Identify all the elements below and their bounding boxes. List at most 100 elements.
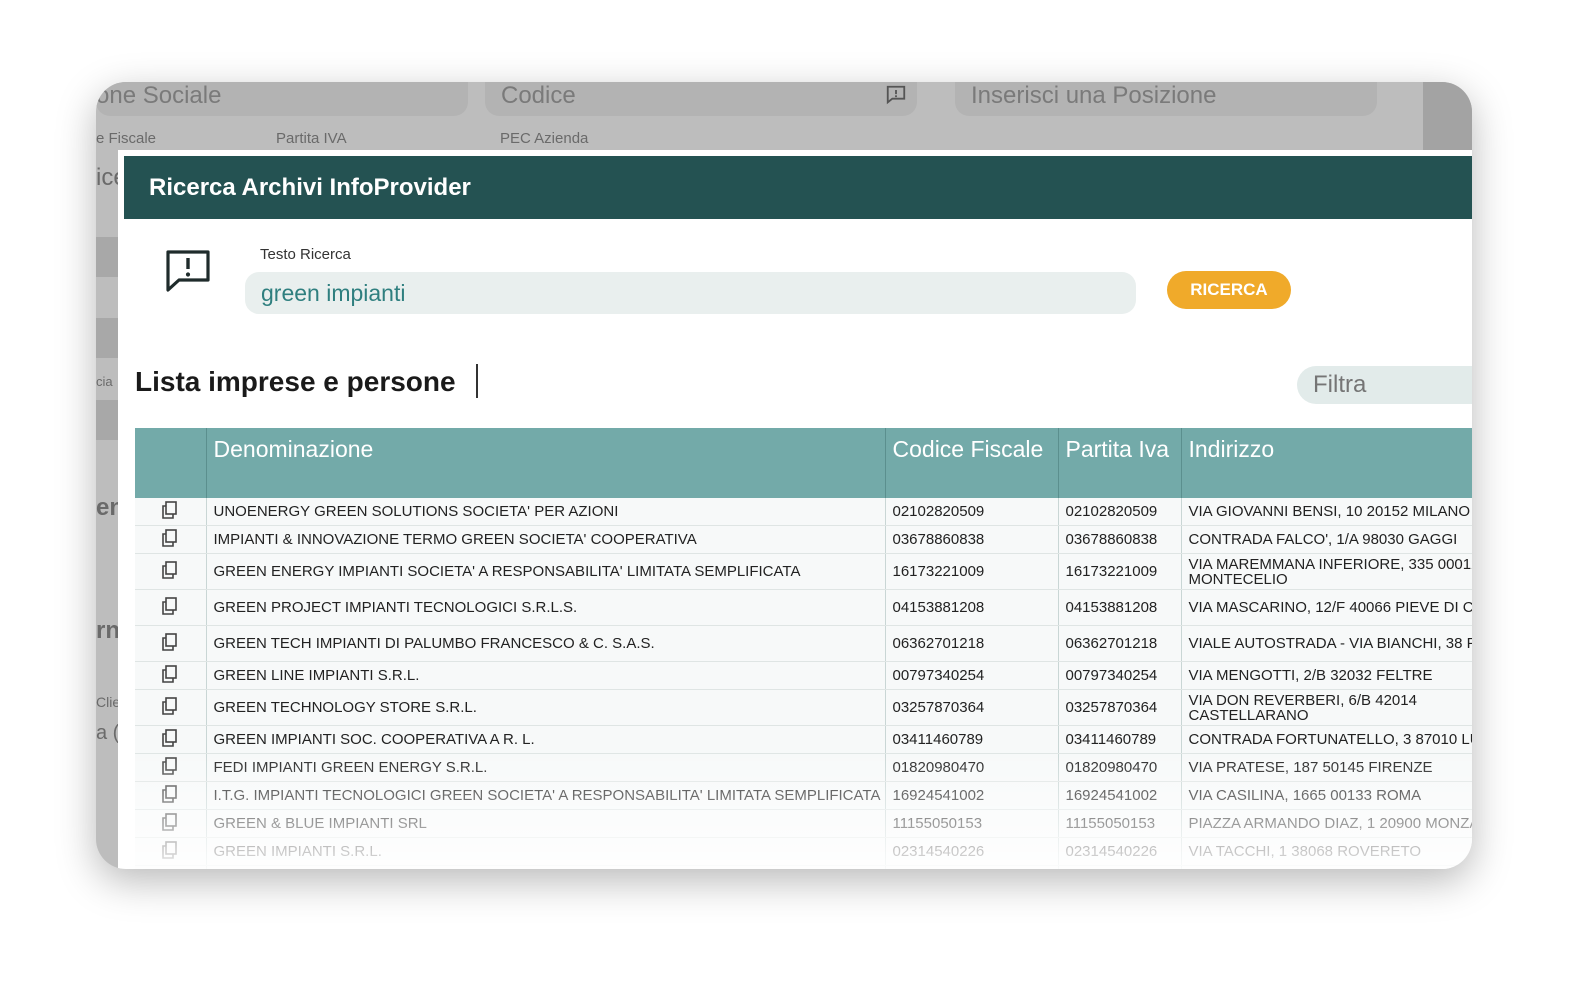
cell-partita-iva: 06362701218 (1058, 625, 1182, 662)
cell-denominazione: GREEN IMPIANTI SOC. COOPERATIVA A R. L. (206, 725, 886, 754)
copy-cell (135, 689, 207, 726)
table-row[interactable]: GREEN TECH IMPIANTI DI PALUMBO FRANCESCO… (135, 625, 1472, 662)
report-icon[interactable] (165, 249, 211, 293)
cell-partita-iva: 04153881208 (1058, 589, 1182, 626)
copy-icon[interactable] (160, 728, 180, 752)
cell-denominazione: GREEN IMPIANTI S.R.L. (206, 837, 886, 866)
copy-cell (135, 498, 207, 526)
cell-indirizzo: VIALE AUTOSTRADA - VIA BIANCHI, 38 PORTI… (1181, 625, 1472, 662)
cell-codice-fiscale: 03678860838 (885, 525, 1059, 554)
table-row[interactable]: FEDI IMPIANTI GREEN ENERGY S.R.L. 0182098… (135, 753, 1472, 782)
cell-partita-iva: 16173221009 (1058, 553, 1182, 590)
filter-input[interactable] (1297, 366, 1472, 404)
table-row[interactable]: UNOENERGY GREEN SOLUTIONS SOCIETA' PER A… (135, 498, 1472, 526)
bg-side-fragment: cia (96, 374, 113, 389)
cell-partita-iva: 01332750296 (1058, 865, 1182, 869)
bg-side-fragment: rn (96, 617, 118, 644)
col-header-actions (135, 428, 207, 498)
cell-denominazione: UNOENERGY GREEN SOLUTIONS SOCIETA' PER A… (206, 498, 886, 526)
table-row[interactable]: I.T.G. IMPIANTI TECNOLOGICI GREEN SOCIET… (135, 781, 1472, 810)
cell-denominazione: GREEN PROJECT IMPIANTI TECNOLOGICI S.R.L… (206, 589, 886, 626)
copy-cell (135, 589, 207, 626)
copy-icon[interactable] (160, 560, 180, 584)
cell-denominazione: GREEN TECHNOLOGY STORE S.R.L. (206, 689, 886, 726)
cell-partita-iva: 03411460789 (1058, 725, 1182, 754)
col-header-denominazione[interactable]: Denominazione (206, 428, 886, 498)
copy-icon[interactable] (160, 756, 180, 780)
bg-codice-input: Codice (485, 82, 917, 116)
col-header-partita-iva[interactable]: Partita Iva (1058, 428, 1182, 498)
search-label: Testo Ricerca (260, 246, 351, 263)
copy-icon[interactable] (160, 784, 180, 808)
table-row[interactable]: GREEN ENERGY IMPIANTI SOCIETA' A RESPONS… (135, 553, 1472, 590)
copy-icon[interactable] (160, 632, 180, 656)
search-button[interactable]: RICERCA (1167, 271, 1291, 309)
cell-codice-fiscale: 00797340254 (885, 661, 1059, 690)
bg-side-block (96, 318, 118, 358)
bg-side-block (96, 400, 118, 440)
table-row[interactable]: IMPIANTI & INNOVAZIONE TERMO GREEN SOCIE… (135, 525, 1472, 554)
copy-icon[interactable] (160, 696, 180, 720)
cell-codice-fiscale: 02102820509 (885, 498, 1059, 526)
copy-icon[interactable] (160, 596, 180, 620)
cell-denominazione: ENERGY GREEN IMPIANTI TECNOLOGICI S.N.C.… (206, 865, 886, 869)
cell-codice-fiscale: 02314540226 (885, 837, 1059, 866)
copy-icon[interactable] (160, 664, 180, 688)
cell-codice-fiscale: 04153881208 (885, 589, 1059, 626)
col-header-codice-fiscale[interactable]: Codice Fiscale (885, 428, 1059, 498)
copy-cell (135, 753, 207, 782)
table-row[interactable]: GREEN TECHNOLOGY STORE S.R.L. 03257870364… (135, 689, 1472, 726)
cell-denominazione: IMPIANTI & INNOVAZIONE TERMO GREEN SOCIE… (206, 525, 886, 554)
copy-cell (135, 837, 207, 866)
cell-indirizzo: VIA MAREMMANA INFERIORE, 335 00012 MONTE… (1181, 553, 1472, 590)
cell-codice-fiscale: 16924541002 (885, 781, 1059, 810)
cell-codice-fiscale: 03257870364 (885, 689, 1059, 726)
bg-side-block (96, 237, 118, 277)
cell-partita-iva: 16924541002 (1058, 781, 1182, 810)
copy-icon[interactable] (160, 812, 180, 836)
cell-indirizzo: VIA MASCARINO, 12/F 40066 PIEVE DI CENTO (1181, 589, 1472, 626)
search-input[interactable] (245, 272, 1136, 314)
table-row[interactable]: GREEN PROJECT IMPIANTI TECNOLOGICI S.R.L… (135, 589, 1472, 626)
results-table: Denominazione Codice Fiscale Partita Iva… (135, 428, 1472, 869)
bg-side-fragment: ice (96, 164, 118, 191)
bg-input-text: one Sociale (96, 82, 222, 109)
table-row[interactable]: GREEN LINE IMPIANTI S.R.L. 00797340254 007… (135, 661, 1472, 690)
copy-icon[interactable] (160, 840, 180, 864)
cell-denominazione: GREEN LINE IMPIANTI S.R.L. (206, 661, 886, 690)
cell-partita-iva: 01820980470 (1058, 753, 1182, 782)
table-row[interactable]: GREEN IMPIANTI SOC. COOPERATIVA A R. L. 0… (135, 725, 1472, 754)
copy-icon[interactable] (160, 500, 180, 524)
bg-input-text: Inserisci una Posizione (971, 82, 1217, 109)
copy-cell (135, 525, 207, 554)
copy-icon[interactable] (160, 528, 180, 552)
cell-denominazione: GREEN & BLUE IMPIANTI SRL (206, 809, 886, 838)
bg-side-fragment: Clie (96, 694, 118, 710)
table-row[interactable]: GREEN IMPIANTI S.R.L. 02314540226 02314540… (135, 837, 1472, 866)
copy-cell (135, 865, 207, 869)
cell-denominazione: FEDI IMPIANTI GREEN ENERGY S.R.L. (206, 753, 886, 782)
bg-label-pec: PEC Azienda (500, 130, 589, 147)
bg-posizione-input: Inserisci una Posizione (955, 82, 1377, 116)
cell-denominazione: GREEN TECH IMPIANTI DI PALUMBO FRANCESCO… (206, 625, 886, 662)
copy-cell (135, 725, 207, 754)
cell-codice-fiscale: 16173221009 (885, 553, 1059, 590)
cell-partita-iva: 03678860838 (1058, 525, 1182, 554)
cell-indirizzo: VIA PRATESE, 187 50145 FIRENZE (1181, 753, 1472, 782)
cell-partita-iva: 02102820509 (1058, 498, 1182, 526)
bg-label-codice-fiscale: e Fiscale (96, 130, 157, 147)
cell-indirizzo: VIA DEL SAMBUCO, 16 45014 PORTO VIRO (1181, 865, 1472, 869)
app-frame: one Sociale Codice Inserisci una Posizio… (96, 82, 1472, 869)
copy-cell (135, 809, 207, 838)
bg-label-partita-iva: Partita IVA (276, 130, 347, 147)
col-header-indirizzo[interactable]: Indirizzo (1181, 428, 1472, 498)
cell-partita-iva: 03257870364 (1058, 689, 1182, 726)
table-row[interactable]: GREEN & BLUE IMPIANTI SRL 11155050153 1115… (135, 809, 1472, 838)
copy-cell (135, 625, 207, 662)
list-title: Lista imprese e persone (135, 366, 456, 397)
cell-indirizzo: VIA CASILINA, 1665 00133 ROMA (1181, 781, 1472, 810)
cell-codice-fiscale: 01332750296 (885, 865, 1059, 869)
table-row[interactable]: ENERGY GREEN IMPIANTI TECNOLOGICI S.N.C.… (135, 865, 1472, 869)
cell-indirizzo: CONTRADA FALCO', 1/A 98030 GAGGI (1181, 525, 1472, 554)
bg-report-icon (886, 85, 906, 105)
